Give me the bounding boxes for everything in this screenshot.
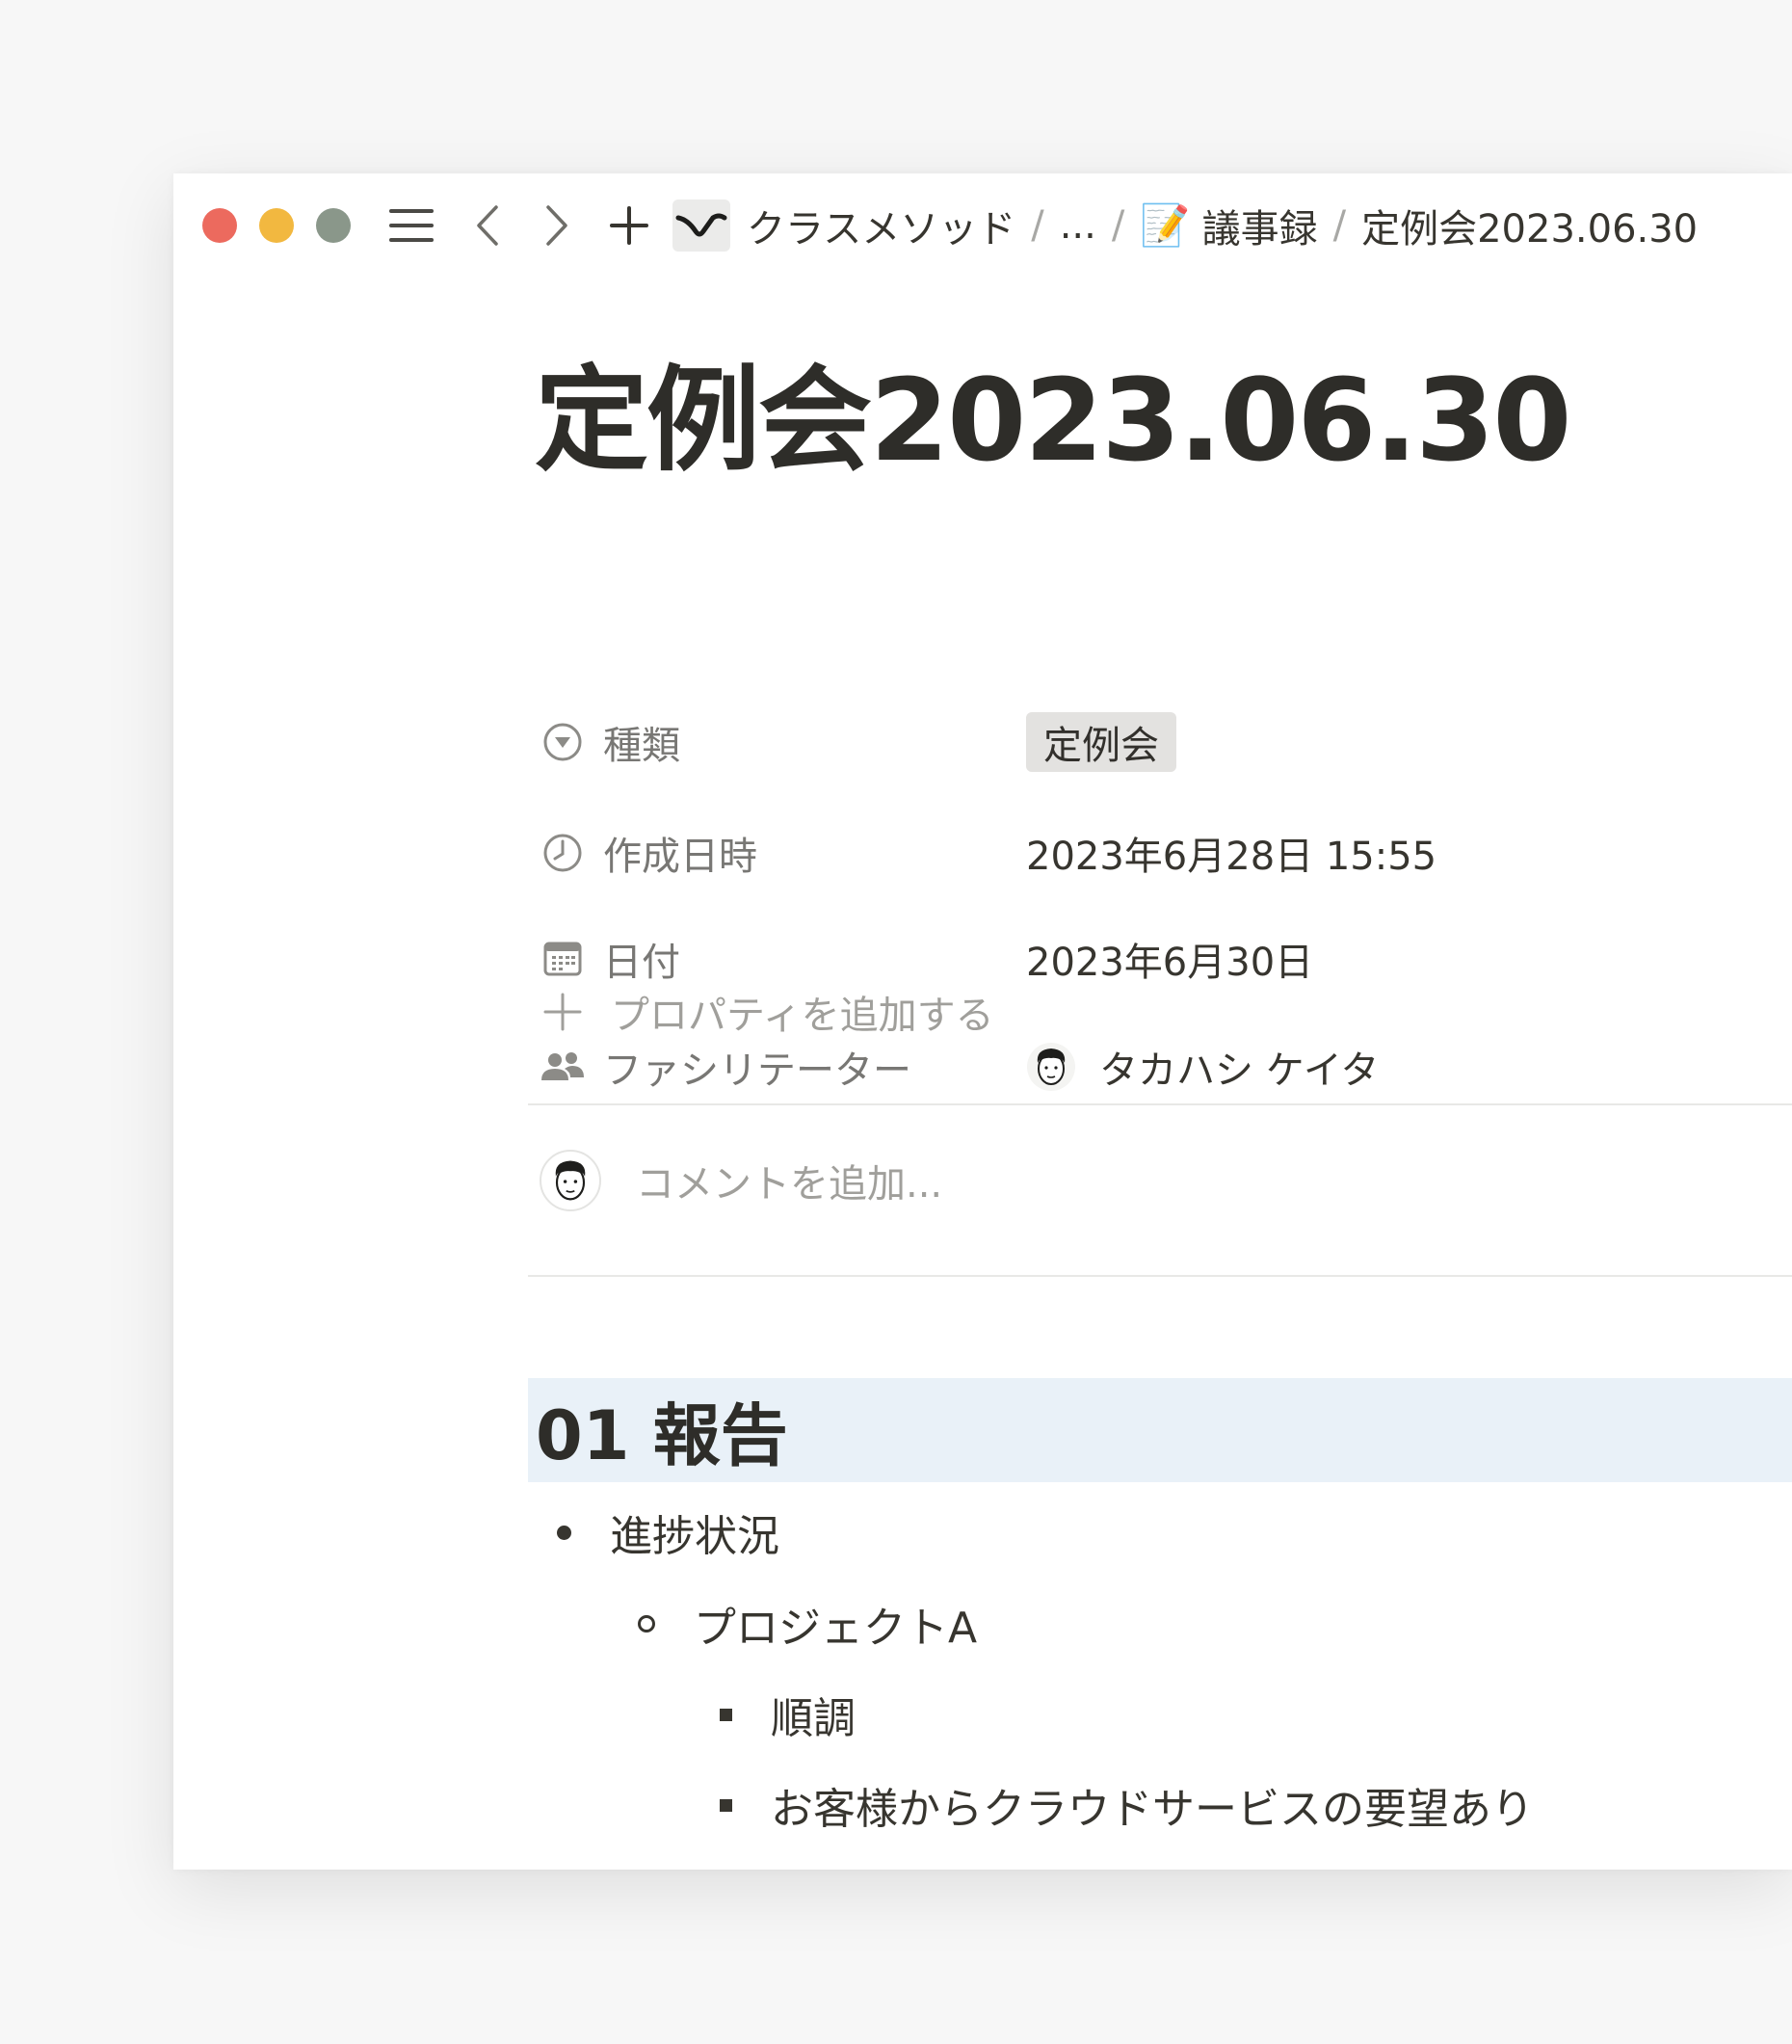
calendar-icon — [540, 936, 586, 982]
list-item-text: お客様からクラウドサービスの要望あり — [771, 1785, 1534, 1834]
property-row-type[interactable]: 種類 定例会 — [540, 708, 1696, 776]
list-item-text: プロジェクトA — [694, 1604, 978, 1653]
property-label: 作成日時 — [603, 835, 757, 879]
breadcrumb-parent[interactable]: 議事録 — [1202, 198, 1318, 253]
maximize-window-button[interactable] — [316, 208, 351, 243]
chevron-left-icon — [477, 205, 498, 246]
memo-icon: 📝 — [1140, 201, 1191, 249]
property-name[interactable]: 種類 — [540, 714, 1026, 770]
breadcrumb-current[interactable]: 定例会2023.06.30 — [1361, 198, 1698, 253]
new-page-button[interactable] — [605, 199, 653, 252]
plus-icon — [540, 989, 586, 1035]
divider — [528, 1275, 1792, 1277]
sidebar-toggle-button[interactable] — [385, 199, 437, 252]
person-face-icon — [1027, 1043, 1075, 1091]
minimize-window-button[interactable] — [259, 208, 294, 243]
bullet-circle-icon — [638, 1615, 655, 1633]
property-value[interactable]: 2023年6月30日 — [1026, 931, 1313, 987]
property-name[interactable]: ファシリテーター — [540, 1039, 1026, 1095]
chevron-right-icon — [546, 205, 567, 246]
close-window-button[interactable] — [202, 208, 237, 243]
comment-input[interactable]: コメントを追加... — [636, 1153, 942, 1208]
workspace-logo[interactable] — [672, 199, 730, 252]
list-item[interactable]: 順調 — [720, 1681, 856, 1748]
app-window: クラスメソッド / ... / 📝 議事録 / 定例会2023.06.30 定例… — [173, 173, 1792, 1870]
list-item[interactable]: お客様からクラウドサービスの要望あり — [720, 1771, 1534, 1839]
people-icon — [540, 1044, 586, 1090]
breadcrumb-ellipsis[interactable]: ... — [1060, 203, 1096, 248]
heading-block[interactable]: 01 報告 — [528, 1378, 1792, 1482]
add-property-label: プロパティを追加する — [611, 994, 994, 1038]
forward-button[interactable] — [538, 199, 576, 252]
page-title[interactable]: 定例会2023.06.30 — [535, 328, 1571, 492]
property-value[interactable]: 定例会 — [1026, 712, 1176, 772]
list-item[interactable]: プロジェクトA — [638, 1590, 977, 1658]
bullet-square-icon — [720, 1708, 732, 1721]
list-item[interactable]: 進捗状況 — [557, 1499, 779, 1566]
type-tag[interactable]: 定例会 — [1026, 712, 1176, 772]
comment-row[interactable]: コメントを追加... — [540, 1142, 942, 1219]
breadcrumb-separator: / — [1332, 203, 1347, 248]
back-button[interactable] — [468, 199, 507, 252]
facilitator-name: タカハシ ケイタ — [1099, 1049, 1380, 1093]
avatar — [540, 1150, 601, 1211]
bullet-square-icon — [720, 1798, 732, 1812]
list-item-text: 進捗状況 — [610, 1512, 779, 1561]
titlebar: クラスメソッド / ... / 📝 議事録 / 定例会2023.06.30 — [173, 173, 1792, 279]
avatar — [1026, 1042, 1076, 1092]
person-face-icon — [544, 1155, 596, 1207]
property-label: 種類 — [603, 724, 680, 768]
breadcrumb-workspace[interactable]: クラスメソッド — [747, 198, 1015, 253]
select-icon — [540, 719, 586, 765]
list-item-text: 順調 — [771, 1694, 856, 1743]
section-heading[interactable]: 01 報告 — [536, 1382, 788, 1479]
property-name[interactable]: 作成日時 — [540, 825, 1026, 881]
clock-icon — [540, 830, 586, 876]
hamburger-menu-icon — [389, 209, 434, 242]
plus-icon — [610, 206, 648, 245]
property-row-created-time[interactable]: 作成日時 2023年6月28日 15:55 — [540, 819, 1696, 887]
add-property-button[interactable]: プロパティを追加する — [540, 978, 994, 1046]
breadcrumb-separator: / — [1111, 203, 1125, 248]
property-value: 2023年6月28日 15:55 — [1026, 835, 1437, 879]
breadcrumb-separator: / — [1031, 203, 1044, 248]
breadcrumb: クラスメソッド / ... / 📝 議事録 / 定例会2023.06.30 — [747, 197, 1698, 254]
workspace-logo-icon — [675, 213, 727, 237]
property-label: ファシリテーター — [603, 1049, 911, 1093]
divider — [528, 1103, 1792, 1105]
property-value[interactable]: タカハシ ケイタ — [1026, 1039, 1379, 1095]
bullet-disc-icon — [557, 1525, 571, 1540]
